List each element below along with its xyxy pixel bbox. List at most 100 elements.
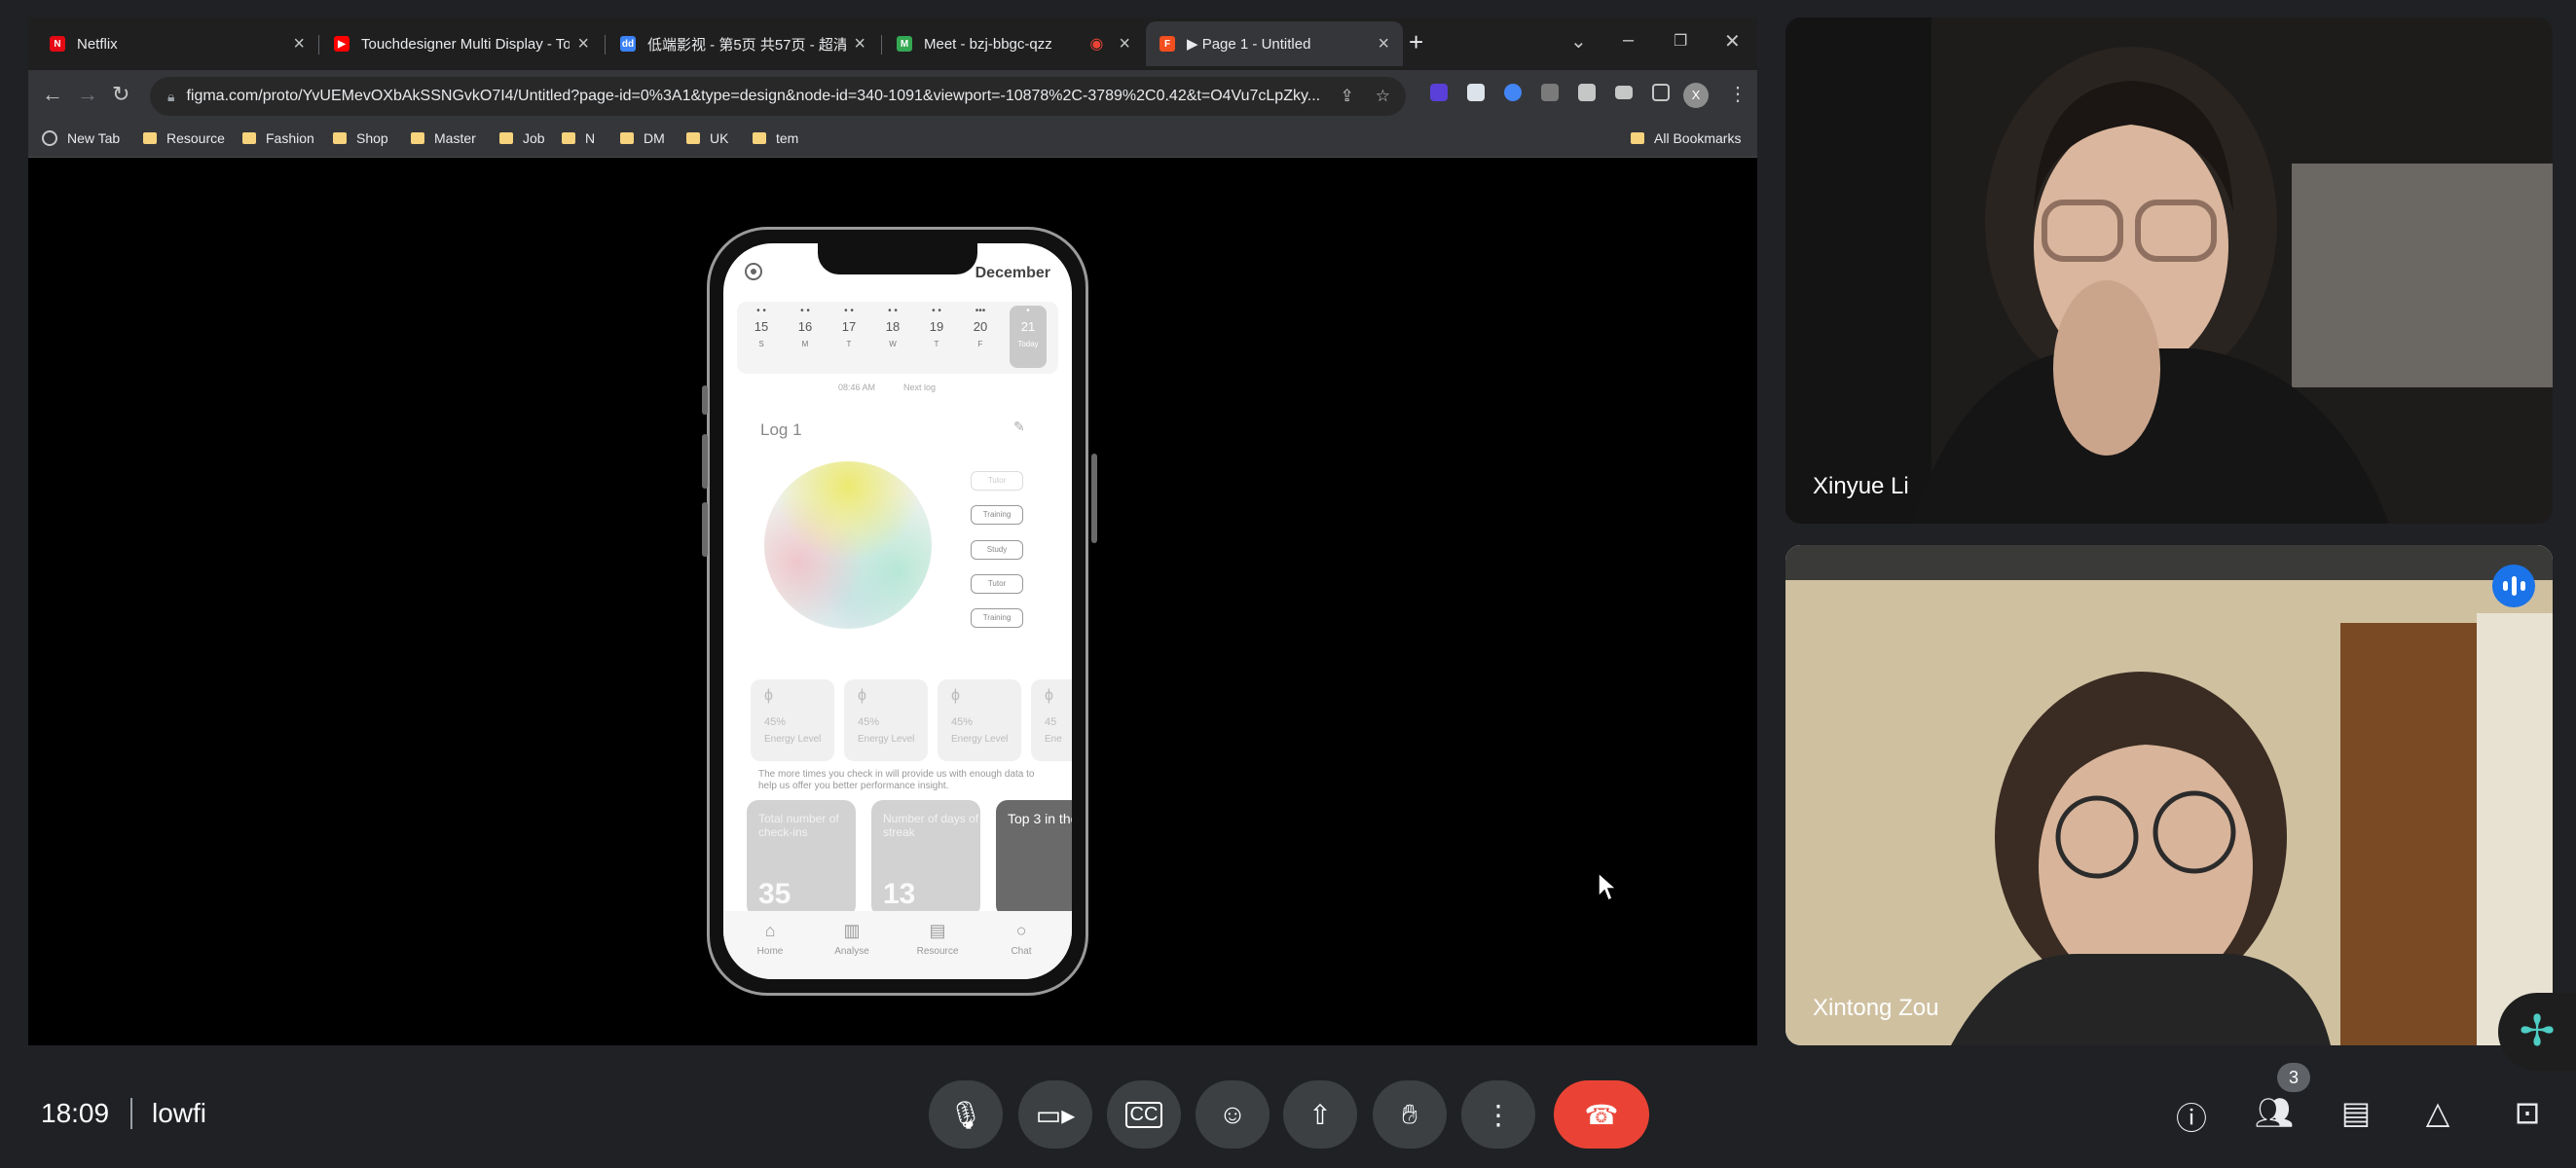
mic-extension-icon[interactable] (1541, 84, 1559, 101)
bookmark-folder[interactable]: N (562, 130, 595, 146)
mood-color-wheel[interactable] (764, 461, 932, 629)
browser-toolbar: ← → ↻ 🔒︎ figma.com/proto/YvUEMevOXbAkSSN… (28, 70, 1757, 123)
bookmark-folder[interactable]: UK (686, 130, 728, 146)
back-icon[interactable]: ← (42, 82, 63, 107)
more-options-button[interactable]: ⋮ (1461, 1080, 1535, 1149)
captions-button[interactable]: CC (1107, 1080, 1181, 1149)
tab-analyse[interactable]: ▥ Analyse (823, 921, 881, 957)
window-close-icon[interactable]: ✕ (1724, 29, 1741, 54)
tab-title: ▶ Page 1 - Untitled (1187, 36, 1311, 53)
stat-card-checkins[interactable]: Total number of check-ins 35 (747, 800, 856, 917)
close-icon[interactable]: × (1119, 33, 1130, 55)
day-item[interactable]: • • 17 T (830, 306, 867, 348)
microphone-button[interactable]: 🎙︎ (929, 1080, 1003, 1149)
day-item[interactable]: ••• 20 F (962, 306, 999, 348)
extension-icon[interactable] (1430, 84, 1448, 101)
tab-video-site[interactable]: dd 低端影视 - 第5页 共57页 - 超清 × (607, 21, 879, 66)
tab-resource[interactable]: ▤ Resource (908, 921, 967, 957)
folder-icon (562, 132, 575, 144)
energy-card[interactable]: ϕ 45% Energy Level (938, 679, 1021, 761)
participant-tile[interactable]: Xinyue Li (1785, 18, 2553, 524)
raise-hand-button[interactable]: ✋︎ (1373, 1080, 1447, 1149)
bookmark-folder[interactable]: tem (753, 130, 798, 146)
bookmark-folder[interactable]: Master (411, 130, 476, 146)
edit-icon[interactable]: ✎ (1013, 419, 1025, 435)
people-count-badge: 3 (2277, 1063, 2310, 1092)
tab-netflix[interactable]: N Netflix × (36, 21, 318, 66)
present-button[interactable]: ⇧ (1283, 1080, 1357, 1149)
activity-chip[interactable]: Study (971, 540, 1023, 560)
share-icon[interactable]: ⇪ (1341, 87, 1354, 106)
tab-chat[interactable]: ○ Chat (992, 921, 1050, 957)
side-panel-icon[interactable] (1652, 84, 1670, 101)
chat-icon[interactable]: ▤ (2335, 1094, 2377, 1131)
close-icon[interactable]: × (293, 33, 305, 55)
all-bookmarks[interactable]: All Bookmarks (1631, 130, 1741, 146)
stat-card-top3[interactable]: Top 3 in the tea (996, 800, 1072, 917)
media-icon[interactable] (1615, 86, 1633, 99)
day-item-today[interactable]: • 21 Today (1010, 306, 1047, 368)
mouse-cursor-icon (1598, 871, 1618, 902)
energy-icon: ϕ (1045, 687, 1053, 704)
meeting-info-icon[interactable]: ⓘ (2170, 1094, 2213, 1139)
puzzle-icon[interactable] (1578, 84, 1596, 101)
tab-title: Touchdesigner Multi Display - To (361, 35, 570, 53)
profile-avatar[interactable]: X (1683, 83, 1709, 108)
activity-chip[interactable]: Training (971, 608, 1023, 628)
activity-chip[interactable]: Tutor (971, 574, 1023, 594)
next-log-link[interactable]: Next log (903, 383, 936, 392)
energy-card[interactable]: ϕ 45 Ene (1031, 679, 1072, 761)
tab-meet[interactable]: M Meet - bzj-bbgc-qzz ◉ × (883, 21, 1144, 66)
gemini-assistant-icon[interactable]: ✢ (2498, 993, 2576, 1071)
stat-card-streak[interactable]: Number of days of streak 13 (871, 800, 980, 917)
leave-call-button[interactable]: ☎︎ (1554, 1080, 1649, 1149)
reactions-button[interactable]: ☺ (1196, 1080, 1270, 1149)
energy-icon: ϕ (764, 687, 773, 704)
reload-icon[interactable]: ↻ (112, 82, 129, 107)
people-icon[interactable]: 👥︎ (2253, 1094, 2296, 1131)
camera-button[interactable]: ▭▸ (1018, 1080, 1092, 1149)
meeting-name: lowfi (152, 1098, 207, 1128)
bookmark-new-tab[interactable]: New Tab (42, 130, 120, 146)
day-item[interactable]: • • 18 W (874, 306, 911, 348)
participant-tile-active-speaker[interactable]: Xintong Zou (1785, 545, 2553, 1045)
day-item[interactable]: • • 16 M (787, 306, 824, 348)
close-icon[interactable]: × (577, 33, 589, 55)
activities-icon[interactable]: △ (2416, 1094, 2459, 1131)
energy-card[interactable]: ϕ 45% Energy Level (751, 679, 834, 761)
close-icon[interactable]: × (854, 33, 865, 55)
extension-icon[interactable] (1504, 84, 1522, 101)
energy-card[interactable]: ϕ 45% Energy Level (844, 679, 928, 761)
new-tab-button[interactable]: + (1409, 29, 1423, 55)
tab-figma[interactable]: F ▶ Page 1 - Untitled × (1146, 21, 1403, 66)
bookmark-star-icon[interactable]: ☆ (1376, 87, 1390, 106)
host-controls-icon[interactable]: ⊡ (2506, 1094, 2549, 1131)
phone-frame: December • • 15 S • • 16 M • • 17 T • • 18 W • •… (702, 227, 1097, 996)
activity-chip[interactable]: Training (971, 505, 1023, 525)
more-menu-icon[interactable]: ⋮ (1728, 82, 1748, 106)
forward-icon[interactable]: → (77, 82, 98, 107)
address-bar[interactable]: 🔒︎ figma.com/proto/YvUEMevOXbAkSSNGvkO7I… (150, 77, 1406, 116)
close-icon[interactable]: × (1378, 33, 1389, 55)
insight-note: The more times you check in will provide… (758, 769, 1035, 791)
bookmark-folder[interactable]: Job (499, 130, 545, 146)
tab-home[interactable]: ⌂ Home (741, 921, 799, 957)
bookmark-folder[interactable]: Resource (143, 130, 225, 146)
hand-icon: ✋︎ (1402, 1098, 1417, 1129)
minimize-icon[interactable]: – (1623, 29, 1634, 52)
extension-icon[interactable] (1467, 84, 1485, 101)
bookmark-folder[interactable]: DM (620, 130, 665, 146)
settings-icon[interactable] (745, 263, 762, 280)
participant-video (1785, 18, 2553, 524)
activity-chip[interactable]: Tutor (971, 471, 1023, 491)
tab-touchdesigner[interactable]: ▶ Touchdesigner Multi Display - To × (320, 21, 603, 66)
day-item[interactable]: • • 19 T (918, 306, 955, 348)
bookmark-folder[interactable]: Shop (333, 130, 388, 146)
tab-search-icon[interactable]: ⌄ (1570, 29, 1587, 54)
restore-icon[interactable]: ❐ (1674, 31, 1687, 51)
bookmark-folder[interactable]: Fashion (242, 130, 314, 146)
day-item[interactable]: • • 15 S (743, 306, 780, 348)
captions-icon: CC (1124, 1101, 1163, 1128)
meeting-clock: 18:09 (41, 1098, 110, 1128)
url-text[interactable]: figma.com/proto/YvUEMevOXbAkSSNGvkO7I4/U… (186, 88, 1324, 105)
